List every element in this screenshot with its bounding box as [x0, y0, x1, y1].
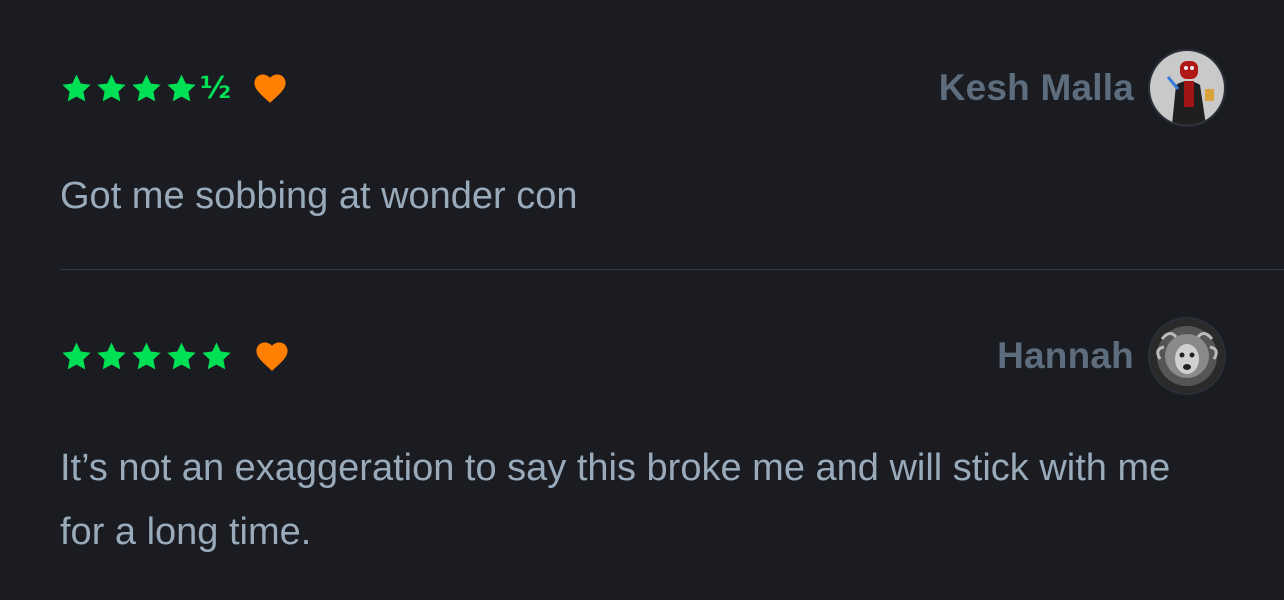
star-icon — [132, 73, 161, 101]
divider — [60, 269, 1284, 270]
star-rating: ½ — [60, 48, 287, 128]
review-text: It’s not an exaggeration to say this bro… — [60, 447, 1171, 553]
username[interactable]: Hannah — [997, 335, 1134, 377]
star-rating — [60, 316, 289, 396]
star-icon — [167, 341, 196, 369]
star-icon — [202, 341, 231, 369]
heart-icon — [256, 342, 288, 371]
star-icon — [62, 341, 91, 369]
review-header: Hannah — [60, 316, 1224, 396]
medusa-avatar-icon[interactable] — [1150, 319, 1224, 393]
star-icon — [97, 73, 126, 101]
star-icon — [62, 73, 91, 101]
star-icon — [167, 73, 196, 101]
review-text: Got me sobbing at wonder con — [60, 175, 578, 217]
star-icon — [97, 341, 126, 369]
reviewer[interactable]: Hannah — [997, 316, 1224, 396]
spider-man-avatar-icon[interactable] — [1150, 51, 1224, 125]
review-header: ½ Kesh Malla — [60, 48, 1224, 128]
star-icon — [132, 341, 161, 369]
half-star-glyph: ½ — [200, 71, 232, 106]
heart-icon — [254, 74, 286, 103]
username[interactable]: Kesh Malla — [939, 67, 1134, 109]
reviewer[interactable]: Kesh Malla — [939, 48, 1224, 128]
